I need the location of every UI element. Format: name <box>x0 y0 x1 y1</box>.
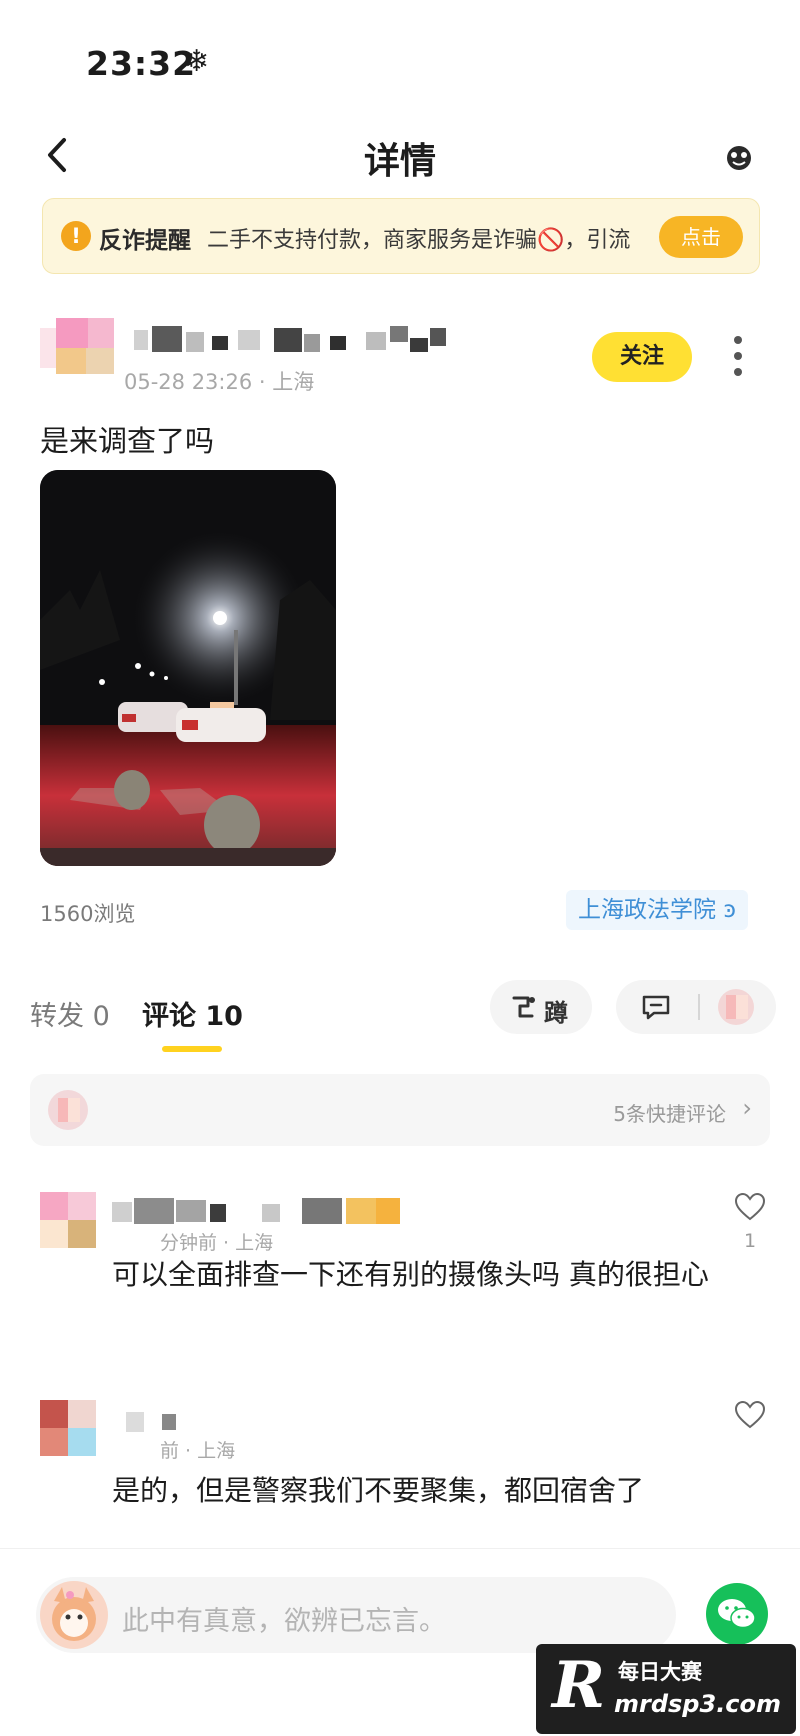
alert-click-button[interactable]: 点击 <box>659 216 743 258</box>
post-meta: 05-28 23:26 · 上海 <box>124 370 315 394</box>
status-time: 23:32 <box>86 44 197 83</box>
alert-text: 二手不支持付款，商家服务是诈骗🚫，引流 <box>207 228 631 253</box>
post-text: 是来调查了吗 <box>40 424 215 458</box>
comment-text: 可以全面排查一下还有别的摄像头吗 真的很担心 <box>112 1258 709 1291</box>
avatar <box>48 1090 88 1130</box>
commenter-name-blurred[interactable] <box>112 1406 422 1432</box>
nav-bar: 详情 <box>0 120 800 200</box>
more-options-icon[interactable] <box>726 330 750 384</box>
comment-action-pill[interactable] <box>616 980 776 1034</box>
comment-item: 前 · 上海 是的，但是警察我们不要聚集，都回宿舍了 <box>0 1400 800 1510</box>
post-photo[interactable] <box>40 470 336 866</box>
quick-comments-bar[interactable]: 5条快捷评论 › <box>30 1074 770 1146</box>
comment-icon <box>642 995 670 1020</box>
refresh-icon: ꜿ <box>723 897 736 923</box>
avatar <box>40 1581 108 1649</box>
squat-icon <box>512 996 535 1018</box>
alert-title: 反诈提醒 <box>99 228 191 254</box>
comment-input-placeholder: 此中有真意，欲辨已忘言。 <box>122 1606 446 1637</box>
status-bar: 23:32 ❄ <box>0 0 800 110</box>
wechat-icon <box>718 1599 756 1629</box>
deng-label: 蹲 <box>544 999 568 1027</box>
like-count: 1 <box>744 1230 757 1252</box>
commenter-name-blurred[interactable] <box>112 1198 422 1224</box>
watermark-url: mrdsp3.com <box>614 1690 782 1718</box>
watermark-logo: R 每日大赛 mrdsp3.com <box>536 1644 796 1734</box>
follow-button[interactable]: 关注 <box>592 332 692 382</box>
avatar <box>718 989 754 1025</box>
wechat-share-button[interactable] <box>706 1583 768 1645</box>
heart-icon[interactable] <box>734 1400 766 1430</box>
chevron-right-icon: › <box>742 1094 752 1122</box>
tab-repost[interactable]: 转发 0 <box>30 994 110 1033</box>
comment-item: 分钟前 · 上海 可以全面排查一下还有别的摄像头吗 真的很担心 1 <box>0 1192 800 1342</box>
tab-comment[interactable]: 评论 10 <box>142 994 243 1033</box>
deng-button[interactable]: 蹲 <box>490 980 592 1034</box>
warning-icon: ! <box>61 221 91 251</box>
avatar[interactable] <box>40 318 124 380</box>
active-tab-indicator <box>162 1046 222 1052</box>
heart-icon[interactable] <box>734 1192 766 1222</box>
comment-input[interactable]: 此中有真意，欲辨已忘言。 <box>36 1577 676 1653</box>
comment-meta: 前 · 上海 <box>160 1440 236 1462</box>
emoji-icon[interactable] <box>724 142 754 172</box>
watermark-name: 每日大赛 <box>618 1660 702 1684</box>
post-header: 05-28 23:26 · 上海 关注 <box>0 318 800 398</box>
username-blurred[interactable] <box>134 326 454 352</box>
comment-tabs: 转发 0 评论 10 蹲 <box>0 980 800 1070</box>
quick-comments-label: 5条快捷评论 <box>613 1102 726 1126</box>
avatar[interactable] <box>40 1400 96 1456</box>
divider <box>698 994 700 1020</box>
comment-meta: 分钟前 · 上海 <box>160 1232 274 1254</box>
avatar[interactable] <box>40 1192 96 1248</box>
watermark-letter: R <box>552 1648 606 1723</box>
comment-text: 是的，但是警察我们不要聚集，都回宿舍了 <box>112 1474 645 1507</box>
view-count: 1560浏览 <box>40 902 136 926</box>
topic-tag[interactable]: 上海政法学院 ꜿ <box>566 890 748 930</box>
page-title: 详情 <box>363 141 436 182</box>
topic-tag-label: 上海政法学院 <box>578 897 716 923</box>
anti-fraud-alert[interactable]: ! 反诈提醒 二手不支持付款，商家服务是诈骗🚫，引流 点击 <box>42 198 760 274</box>
snowflake-icon: ❄ <box>184 44 210 79</box>
